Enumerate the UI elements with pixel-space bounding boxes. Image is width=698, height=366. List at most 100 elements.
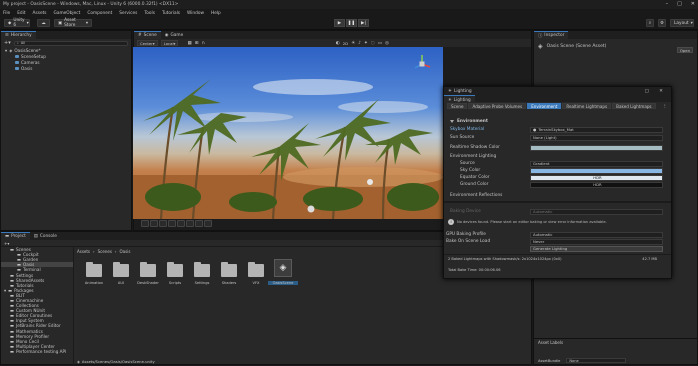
terrain-paint-icon[interactable]: [141, 220, 149, 227]
window-title: My project - OasisScene - Windows, Mac, …: [3, 2, 179, 7]
menu-tutorials[interactable]: Tutorials: [162, 11, 180, 16]
subtab-realtime-lightmaps[interactable]: Realtime Lightmaps: [562, 103, 612, 109]
hidden-icon[interactable]: ◌: [371, 41, 375, 46]
close-icon[interactable]: ✕: [659, 89, 663, 94]
menu-file[interactable]: File: [3, 11, 10, 16]
equator-color-swatch[interactable]: HDR: [530, 175, 663, 181]
add-icon[interactable]: +▾: [4, 241, 9, 246]
pivot-dropdown[interactable]: Center ▾: [137, 40, 158, 46]
lighting-subtabs: Scene Adaptive Probe Volumes Environment…: [444, 102, 671, 110]
shadow-color-swatch[interactable]: [530, 145, 663, 151]
play-button[interactable]: ▶: [334, 19, 345, 27]
settings-button[interactable]: ⚙: [658, 19, 666, 27]
menu-assets[interactable]: Assets: [33, 11, 47, 16]
inspector-title: Inspector: [544, 33, 565, 38]
terrain-settings-icon[interactable]: [195, 220, 203, 227]
subtab-scene[interactable]: Scene: [447, 103, 468, 109]
tab-lighting[interactable]: ☀ Lighting: [444, 95, 475, 102]
menu-gameobject[interactable]: GameObject: [54, 11, 81, 16]
env-reflections-label: Environment Reflections: [450, 193, 503, 198]
search-button[interactable]: ⌕: [646, 19, 654, 27]
add-icon[interactable]: +▾: [4, 40, 11, 46]
audio-icon[interactable]: ♪: [358, 41, 361, 46]
menu-services[interactable]: Services: [119, 11, 137, 16]
camera-icon[interactable]: ▭: [378, 41, 382, 46]
maximize-icon[interactable]: ▢: [645, 89, 649, 94]
terrain-details-icon[interactable]: [186, 220, 194, 227]
lightmap-size: 42.7 MB: [642, 257, 657, 261]
bake-load-dropdown[interactable]: Never: [530, 239, 663, 245]
light-icon[interactable]: ☀: [351, 41, 355, 46]
terrain-raise-icon[interactable]: [150, 220, 158, 227]
menu-tools[interactable]: Tools: [144, 11, 155, 16]
sun-source-field[interactable]: None (Light): [530, 135, 663, 141]
terrain-smooth-icon[interactable]: [159, 220, 167, 227]
gizmos-icon[interactable]: ◎: [385, 41, 389, 46]
menu-help[interactable]: Help: [211, 11, 221, 16]
tab-hierarchy[interactable]: ☰ Hierarchy: [1, 31, 36, 39]
file-item-oasisscene[interactable]: ◈ OasisScene: [268, 259, 298, 289]
step-button[interactable]: ▶|: [358, 19, 369, 27]
snap-icon[interactable]: ⊞: [195, 41, 199, 46]
layout-dropdown[interactable]: Layout ▾: [670, 19, 694, 27]
baking-device-dropdown[interactable]: Automatic: [530, 209, 663, 215]
minimize-icon[interactable]: –: [666, 1, 669, 7]
close-icon[interactable]: ✕: [691, 1, 695, 7]
section-environment[interactable]: Environment: [450, 118, 666, 125]
file-item-deskshader[interactable]: DeskShader: [133, 262, 163, 290]
terrain-holes-icon[interactable]: [168, 220, 176, 227]
account-button[interactable]: ◆ Unity 6 ▾: [4, 18, 30, 28]
file-item-shaders[interactable]: Shaders: [214, 262, 244, 290]
file-item-vfx[interactable]: VFX: [241, 262, 271, 290]
tab-project[interactable]: ▬ Project: [1, 232, 30, 240]
unity-scene-icon: ◈: [538, 42, 543, 50]
menu-component[interactable]: Component: [87, 11, 112, 16]
subtab-environment[interactable]: Environment: [527, 103, 562, 109]
ground-color-swatch[interactable]: HDR: [530, 182, 663, 188]
open-button[interactable]: Open: [676, 47, 693, 53]
hierarchy-item-oasis[interactable]: Oasis: [1, 65, 131, 71]
terrain-trees-icon[interactable]: [177, 220, 185, 227]
file-item-scripts[interactable]: Scripts: [160, 262, 190, 290]
hierarchy-search-input[interactable]: ⌕ All: [13, 40, 128, 46]
menu-window[interactable]: Window: [187, 11, 204, 16]
asset-store-button[interactable]: ▣ Asset Store ▾: [54, 18, 92, 28]
cloud-icon: ☁: [41, 20, 46, 26]
breadcrumb-assets[interactable]: Assets: [77, 249, 90, 254]
maximize-icon[interactable]: □: [677, 1, 682, 7]
tab-inspector[interactable]: ⓘ Inspector: [534, 31, 569, 39]
orientation-gizmo[interactable]: [413, 53, 431, 75]
unity-scene-icon: ◈: [77, 358, 80, 364]
tab-scene[interactable]: # Scene: [134, 31, 161, 39]
generate-lighting-button[interactable]: Generate Lighting: [530, 246, 663, 252]
asset-bundle-dropdown[interactable]: None: [566, 358, 627, 363]
breadcrumb-scenes[interactable]: Scenes: [98, 249, 112, 254]
file-item-animation[interactable]: Animation: [79, 262, 109, 290]
tree-item-performance-testing[interactable]: ▬ Performance testing API: [1, 349, 73, 354]
asset-labels-header[interactable]: Asset Labels: [534, 338, 697, 345]
magnet-icon[interactable]: ∩: [201, 41, 204, 46]
subtab-adaptive-probe-volumes[interactable]: Adaptive Probe Volumes: [468, 103, 527, 109]
space-dropdown[interactable]: Local ▾: [160, 40, 179, 46]
file-item-aui[interactable]: AUI: [106, 262, 136, 290]
sky-color-swatch[interactable]: [530, 168, 663, 174]
cloud-button[interactable]: ☁: [37, 19, 50, 27]
terrain-neighbors-icon[interactable]: [204, 220, 212, 227]
menu-edit[interactable]: Edit: [17, 11, 25, 16]
skybox-field[interactable]: ● TerrainSkybox_Mat: [530, 127, 663, 133]
file-item-settings[interactable]: Settings: [187, 262, 217, 290]
breadcrumb-oasis[interactable]: Oasis: [120, 249, 131, 254]
grid-icon[interactable]: ▦: [187, 41, 191, 46]
gpu-profile-dropdown[interactable]: Automatic: [530, 232, 663, 238]
shading-icon[interactable]: ◐: [336, 41, 340, 46]
effects-icon[interactable]: ✦: [364, 41, 368, 46]
kebab-menu-icon[interactable]: ⋮: [663, 104, 667, 109]
tab-game[interactable]: ◉ Game: [161, 31, 188, 39]
source-dropdown[interactable]: Gradient: [530, 161, 663, 167]
mode-2d-toggle[interactable]: 2D: [343, 41, 348, 46]
scene-viewport[interactable]: [133, 47, 443, 219]
lightmap-size-text: 42.7 MB: [642, 257, 657, 261]
pause-button[interactable]: ❚❚: [346, 19, 357, 27]
tab-console[interactable]: ▤ Console: [30, 232, 61, 240]
subtab-baked-lightmaps[interactable]: Baked Lightmaps: [612, 103, 656, 109]
